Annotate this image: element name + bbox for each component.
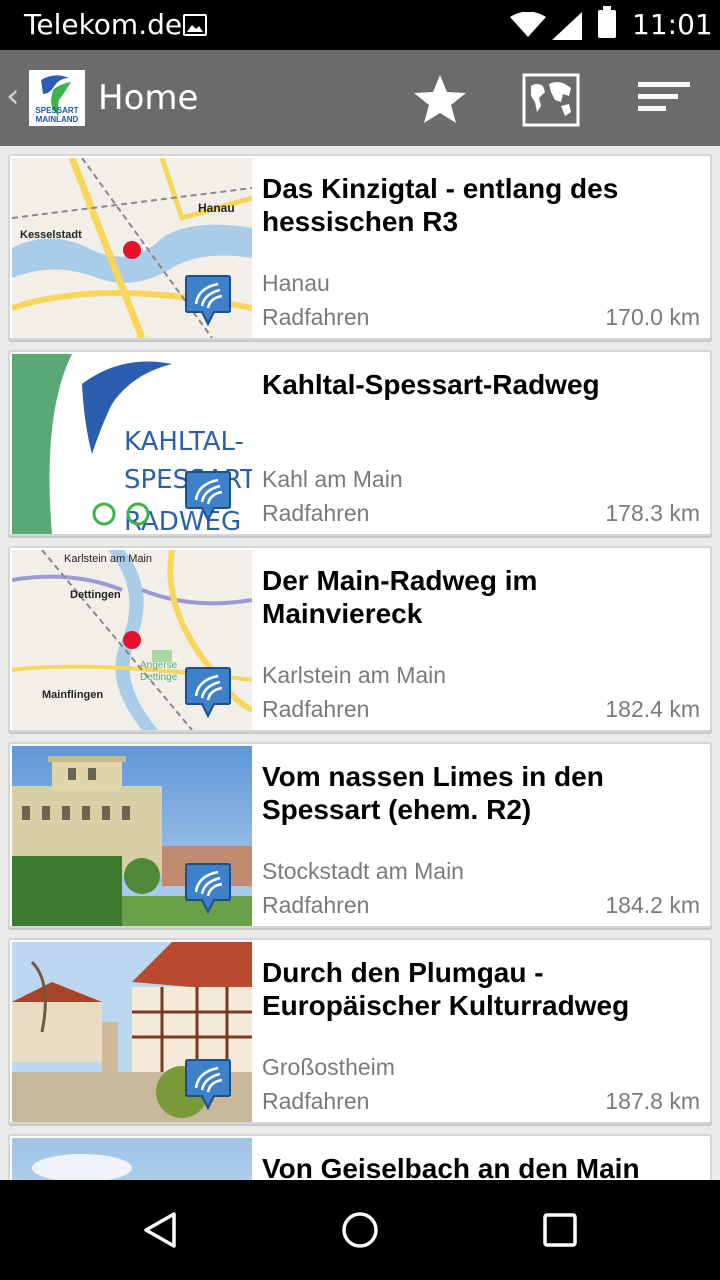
tour-place: Stockstadt am Main [262,858,464,884]
tour-type: Radfahren [262,892,370,918]
home-circle-icon[interactable] [340,1210,380,1250]
tour-thumbnail-logo: KAHLTAL- SPESSART RADWEG [12,354,252,534]
signal-icon [552,12,582,40]
tour-thumbnail-map: Kesselstadt Hanau [12,158,252,338]
tour-list[interactable]: Kesselstadt Hanau Das Kinzigtal - entlan… [0,146,720,1180]
tour-distance: 184.2 km [605,892,700,918]
map-label: Karlstein am Main [64,553,152,565]
tour-type: Radfahren [262,304,370,330]
map-label: Kesselstadt [20,229,82,241]
bike-badge-icon [185,1059,231,1110]
star-icon[interactable] [410,70,470,130]
tour-card[interactable]: Kesselstadt Hanau Das Kinzigtal - entlan… [8,154,712,340]
tour-type: Radfahren [262,1088,370,1114]
tour-card[interactable]: Vom nassen Limes in den Spessart (ehem. … [8,742,712,928]
tour-card[interactable]: Karlstein am Main Dettingen Mainflingen … [8,546,712,732]
recents-square-icon[interactable] [540,1210,580,1250]
tour-distance: 170.0 km [605,304,700,330]
carrier-name: Telekom.de [24,8,183,41]
wifi-icon [510,12,546,37]
tour-type: Radfahren [262,500,370,526]
map-label: Angerse [140,660,178,671]
sort-icon[interactable] [634,70,694,130]
bike-badge-icon [185,667,231,718]
logo-text-bottom: MAINLAND [35,115,79,124]
up-chevron-icon[interactable]: ‹ [6,76,20,116]
map-label: Mainflingen [42,689,103,701]
tour-place: Karlstein am Main [262,662,447,688]
page-title: Home [98,78,199,118]
logo-text-top: SPESSART [35,106,79,115]
map-icon[interactable] [521,70,581,130]
tour-title: Vom nassen Limes in den Spessart (ehem. … [262,761,604,825]
bike-badge-icon [185,863,231,914]
tour-distance: 187.8 km [605,1088,700,1114]
tour-thumbnail-photo [12,1138,252,1180]
tour-thumbnail-map: Karlstein am Main Dettingen Mainflingen … [12,550,252,730]
tour-title: Kahltal-Spessart-Radweg [262,369,600,400]
tour-type: Radfahren [262,696,370,722]
tour-thumbnail-photo [12,746,252,926]
tour-title: Von Geiselbach an den Main [262,1153,640,1180]
tour-place: Kahl am Main [262,466,403,492]
tour-title: Durch den Plumgau - Europäischer Kulturr… [262,957,630,1021]
tour-title: Das Kinzigtal - entlang des hessischen R… [262,173,619,237]
battery-icon [598,6,616,38]
map-label: Dettingen [70,589,121,601]
image-icon [183,14,207,36]
tour-title: Der Main-Radweg im Mainviereck [262,565,538,629]
action-bar: ‹ SPESSART MAINLAND Home [0,50,720,146]
tour-distance: 182.4 km [605,696,700,722]
back-triangle-icon[interactable] [140,1210,180,1250]
tour-place: Großostheim [262,1054,395,1080]
tour-card[interactable]: Von Geiselbach an den Main [8,1134,712,1180]
map-label: Dettinge [140,672,178,683]
tour-card[interactable]: KAHLTAL- SPESSART RADWEG Kahltal-Spessar… [8,350,712,536]
status-bar: Telekom.de 11:01 [0,0,720,50]
clock: 11:01 [632,8,713,41]
bike-badge-icon [185,471,231,522]
tour-thumbnail-photo [12,942,252,1122]
tour-distance: 178.3 km [605,500,700,526]
map-label: Hanau [198,201,235,215]
system-nav-bar [0,1180,720,1280]
tour-card[interactable]: Durch den Plumgau - Europäischer Kulturr… [8,938,712,1124]
logo-line: KAHLTAL- [124,427,244,457]
app-logo[interactable]: SPESSART MAINLAND [29,70,85,126]
bike-badge-icon [185,275,231,326]
tour-place: Hanau [262,270,330,296]
